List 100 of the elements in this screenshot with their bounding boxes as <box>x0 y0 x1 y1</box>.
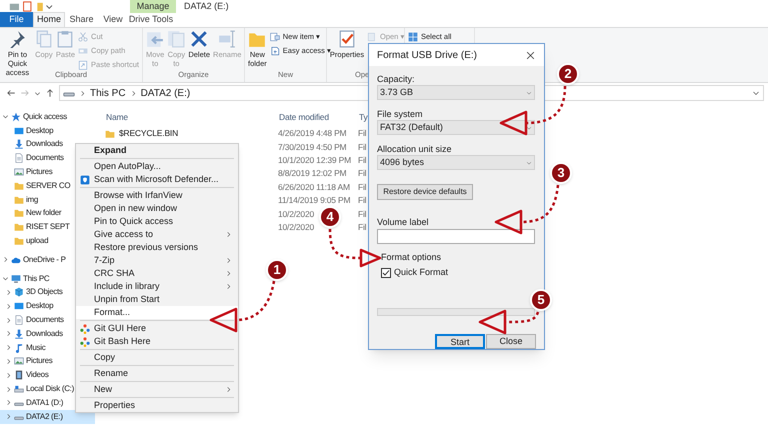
breadcrumb-item[interactable]: This PC <box>90 86 126 100</box>
dialog-button[interactable]: Close <box>486 334 536 348</box>
dropdown[interactable]: 4096 bytes <box>377 155 535 170</box>
column-header[interactable]: Name <box>105 110 278 124</box>
chevron-right-icon <box>225 231 232 238</box>
document-copy-icon <box>167 30 186 48</box>
callout-arrow <box>210 280 276 332</box>
table-cell-text: Fil <box>358 221 368 234</box>
volume-label-input[interactable] <box>377 229 535 244</box>
back-icon <box>6 88 16 98</box>
ribbon-tab[interactable]: Home <box>33 12 65 27</box>
chevron-down-icon <box>526 124 532 130</box>
window-title: DATA2 (E:) <box>184 0 229 13</box>
step-number-badge: 4 <box>319 206 341 228</box>
cube-icon <box>14 287 24 298</box>
copy-path-icon <box>78 46 88 56</box>
select-all-icon <box>408 32 418 42</box>
check-icon <box>382 268 390 277</box>
menu-item[interactable]: Format... <box>76 306 238 319</box>
field-label: File system <box>377 109 424 119</box>
nav-item[interactable]: DATA2 (E:) <box>0 410 95 424</box>
pin-icon <box>8 30 26 48</box>
chevron-down-icon <box>526 160 532 166</box>
up-icon <box>45 88 55 98</box>
table-cell-text: Fil <box>358 154 368 167</box>
cloud-icon <box>11 254 21 265</box>
table-cell: 10/2/2020 <box>278 208 314 220</box>
table-cell: 10/1/2020 12:39 PM <box>278 154 351 167</box>
folder-arrow-icon <box>146 30 164 48</box>
nav-item[interactable]: Desktop <box>0 124 95 138</box>
disk-icon <box>14 384 24 394</box>
step-number-badge: 3 <box>550 162 572 184</box>
folder-icon <box>14 236 24 246</box>
table-cell: 11/14/2019 9:05 PM <box>278 194 350 208</box>
ribbon-tab[interactable]: View <box>98 12 128 27</box>
folder-icon <box>14 180 24 191</box>
field-label: Capacity: <box>377 74 416 84</box>
folder-icon <box>14 194 24 205</box>
dialog-title: Format USB Drive (E:) <box>377 48 478 62</box>
file-name[interactable]: $RECYCLE.BIN <box>119 127 178 140</box>
table-cell-text: Fil <box>358 127 368 140</box>
chevron-down-icon <box>526 90 532 96</box>
computer-icon <box>11 274 21 284</box>
git-icon <box>80 324 90 334</box>
picture-icon <box>14 356 24 366</box>
document-icon <box>14 153 24 164</box>
paste-shortcut-icon <box>78 60 88 70</box>
star-icon <box>11 112 21 122</box>
callout-arrow <box>494 184 560 234</box>
field-label: Allocation unit size <box>377 144 453 154</box>
column-header[interactable]: Date modified <box>278 110 358 124</box>
dialog-button[interactable]: Start <box>435 334 485 348</box>
folder-icon <box>105 128 115 139</box>
step-number-badge: 1 <box>266 259 288 281</box>
easy-access-icon <box>270 46 280 56</box>
ribbon-tab[interactable]: Drive Tools <box>128 12 174 27</box>
chevron-down-icon <box>2 275 9 282</box>
checkbox[interactable] <box>381 268 391 278</box>
download-icon <box>14 328 24 339</box>
desktop-icon <box>14 301 24 312</box>
close-button[interactable] <box>524 49 536 61</box>
git-icon <box>80 336 90 346</box>
table-cell-text: Fil <box>358 180 368 194</box>
field-label: Volume label <box>377 217 430 227</box>
nav-item[interactable]: Quick access <box>0 110 95 124</box>
table-cell: 7/30/2019 4:50 PM <box>278 140 346 154</box>
callout-arrow <box>478 310 540 334</box>
column-header[interactable]: Ty <box>358 110 368 124</box>
picture-icon <box>14 167 24 178</box>
open-icon <box>367 32 377 42</box>
scissors-icon <box>78 32 88 42</box>
folder-icon <box>14 222 24 232</box>
ribbon-tab[interactable]: File <box>0 12 33 27</box>
checkbox-label: Quick Format <box>394 266 448 279</box>
contextual-tab-label: Manage <box>130 0 176 13</box>
close-icon <box>526 50 534 60</box>
dropdown[interactable]: FAT32 (Default) <box>377 120 535 135</box>
table-cell: 10/2/2020 <box>278 221 314 234</box>
callout-arrow <box>328 228 382 268</box>
rename-icon <box>218 30 236 48</box>
table-cell: 8/8/2019 12:02 PM <box>278 167 346 180</box>
ribbon-tab[interactable]: Share <box>65 12 98 27</box>
chevron-down-icon <box>752 89 760 97</box>
download-icon <box>14 139 24 150</box>
restore-defaults-button[interactable]: Restore device defaults <box>377 184 473 200</box>
chevron-right-icon <box>225 386 232 393</box>
dropdown[interactable]: 3.73 GB <box>377 85 535 100</box>
new-item-icon <box>270 32 280 42</box>
table-cell-text: Fil <box>358 167 368 180</box>
table-cell-text: Fil <box>358 208 368 220</box>
table-cell-text: Fil <box>358 140 368 154</box>
table-cell: 4/26/2019 4:48 PM <box>278 127 346 140</box>
document-icon <box>14 315 24 326</box>
group-label: Format options <box>381 252 442 262</box>
chevron-down-icon <box>2 113 9 120</box>
dropdown-icon <box>34 90 41 96</box>
clipboard-icon <box>56 30 74 48</box>
breadcrumb-item[interactable]: DATA2 (E:) <box>140 86 190 100</box>
music-note-icon <box>14 342 24 353</box>
table-cell-text: Fil <box>358 194 368 208</box>
